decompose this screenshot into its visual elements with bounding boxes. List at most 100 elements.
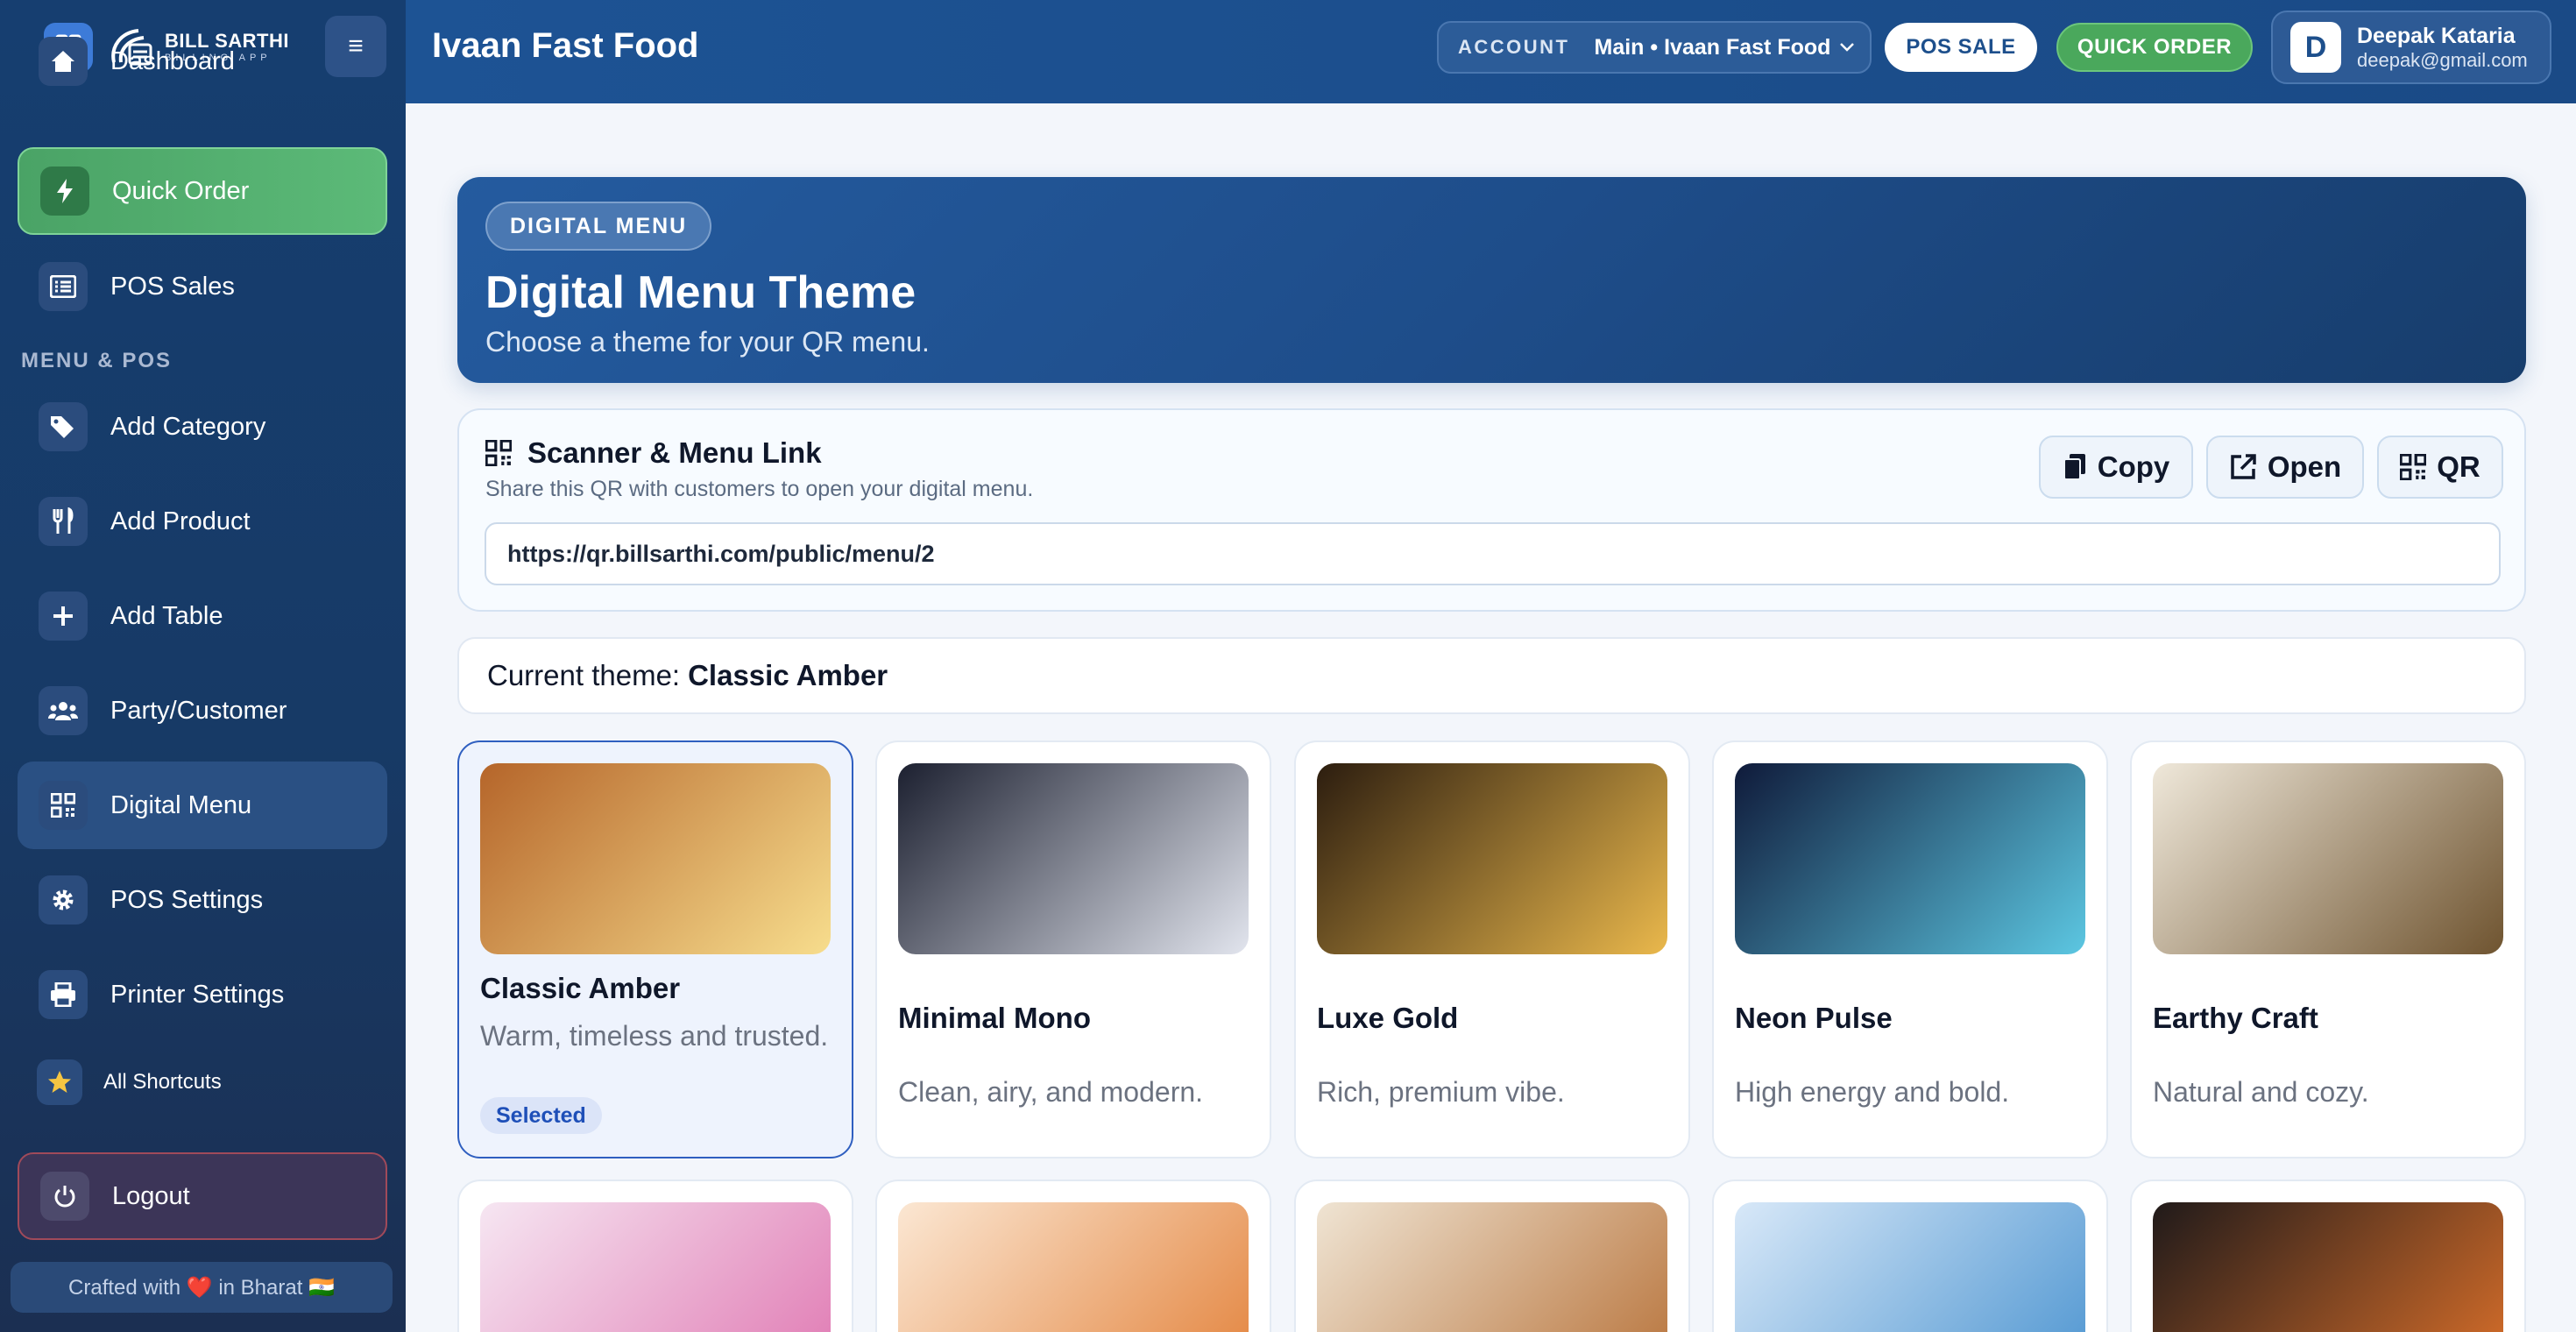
sidebar-item-label: Add Table xyxy=(110,601,223,630)
tags-icon xyxy=(39,402,88,451)
sidebar-item-all-shortcuts[interactable]: All Shortcuts xyxy=(18,1038,387,1126)
chevron-down-icon xyxy=(1839,38,1855,58)
theme-swatch xyxy=(898,1202,1249,1332)
theme-card-neon-pulse[interactable]: Neon Pulse High energy and bold. xyxy=(1712,740,2108,1158)
external-link-icon xyxy=(2229,453,2257,481)
sidebar-item-add-product[interactable]: Add Product xyxy=(18,478,387,565)
open-button[interactable]: Open xyxy=(2206,436,2364,499)
selected-badge: Selected xyxy=(480,1097,602,1134)
scanner-panel: Scanner & Menu Link Share this QR with c… xyxy=(457,408,2526,612)
copy-icon xyxy=(2063,453,2087,481)
list-icon xyxy=(39,262,88,311)
hero-banner: DIGITAL MENU Digital Menu Theme Choose a… xyxy=(457,177,2526,383)
theme-card-luxe-gold[interactable]: Luxe Gold Rich, premium vibe. xyxy=(1294,740,1690,1158)
theme-card-classic-amber[interactable]: Classic Amber Warm, timeless and trusted… xyxy=(457,740,853,1158)
theme-swatch xyxy=(480,763,831,954)
theme-card[interactable] xyxy=(457,1180,853,1332)
quick-order-button[interactable]: QUICK ORDER xyxy=(2056,23,2253,72)
users-icon xyxy=(39,686,88,735)
utensils-icon xyxy=(39,497,88,546)
copy-label: Copy xyxy=(2097,450,2170,483)
bolt-icon xyxy=(40,166,89,216)
plus-icon xyxy=(39,592,88,641)
open-label: Open xyxy=(2267,450,2342,483)
sidebar-item-digital-menu[interactable]: Digital Menu xyxy=(18,762,387,849)
theme-swatch xyxy=(2153,763,2503,954)
theme-swatch xyxy=(1317,1202,1667,1332)
sidebar-item-label: Add Category xyxy=(110,412,266,441)
theme-swatch xyxy=(1735,1202,2085,1332)
current-theme-label: Current theme: xyxy=(487,659,681,691)
theme-name: Minimal Mono xyxy=(898,1002,1091,1034)
theme-card-earthy-craft[interactable]: Earthy Craft Natural and cozy. xyxy=(2130,740,2526,1158)
theme-card[interactable] xyxy=(1294,1180,1690,1332)
sidebar-item-label: All Shortcuts xyxy=(103,1070,222,1094)
theme-card[interactable] xyxy=(875,1180,1271,1332)
section-label: MENU & POS xyxy=(21,349,173,372)
theme-description: High energy and bold. xyxy=(1735,1076,2010,1108)
current-theme-bar: Current theme: Classic Amber xyxy=(457,637,2526,714)
sidebar-item-label: Printer Settings xyxy=(110,980,285,1009)
current-theme-value: Classic Amber xyxy=(688,659,888,691)
sidebar-item-printer-settings[interactable]: Printer Settings xyxy=(18,951,387,1038)
account-value: Main • Ivaan Fast Food xyxy=(1594,34,1831,60)
page-title: Digital Menu Theme xyxy=(485,267,916,318)
printer-icon xyxy=(39,970,88,1019)
sidebar-item-label: POS Sales xyxy=(110,272,235,301)
qrcode-icon xyxy=(39,781,88,830)
account-label: ACCOUNT xyxy=(1458,36,1570,58)
avatar: D xyxy=(2290,22,2341,73)
logout-button[interactable]: Logout xyxy=(18,1152,387,1240)
theme-name: Neon Pulse xyxy=(1735,1002,1893,1034)
theme-description: Rich, premium vibe. xyxy=(1317,1076,1565,1108)
sidebar-item-label: Add Product xyxy=(110,507,251,535)
theme-description: Natural and cozy. xyxy=(2153,1076,2369,1108)
user-name: Deepak Kataria xyxy=(2357,23,2516,48)
sidebar-item-label: Quick Order xyxy=(112,176,250,205)
user-menu[interactable]: D Deepak Kataria deepak@gmail.com xyxy=(2271,11,2551,84)
power-icon xyxy=(40,1172,89,1221)
scanner-title: Scanner & Menu Link xyxy=(485,436,822,470)
sidebar-item-label: Dashboard xyxy=(110,46,235,75)
sidebar-item-pos-settings[interactable]: POS Settings xyxy=(18,856,387,944)
sidebar-item-dashboard[interactable]: Dashboard xyxy=(18,37,387,140)
hero-badge: DIGITAL MENU xyxy=(485,202,712,251)
theme-card[interactable] xyxy=(1712,1180,2108,1332)
scanner-subtitle: Share this QR with customers to open you… xyxy=(485,477,1034,501)
theme-swatch xyxy=(898,763,1249,954)
menu-url-input[interactable] xyxy=(485,522,2501,585)
theme-swatch xyxy=(480,1202,831,1332)
qr-label: QR xyxy=(2437,450,2480,483)
sidebar-item-add-table[interactable]: Add Table xyxy=(18,572,387,660)
theme-description: Clean, airy, and modern. xyxy=(898,1076,1204,1108)
theme-swatch xyxy=(2153,1202,2503,1332)
sidebar-item-party-customer[interactable]: Party/Customer xyxy=(18,667,387,755)
sidebar-item-label: POS Settings xyxy=(110,885,264,914)
user-email: deepak@gmail.com xyxy=(2357,48,2528,71)
theme-swatch xyxy=(1735,763,2085,954)
gear-icon xyxy=(39,875,88,925)
logout-label: Logout xyxy=(112,1181,190,1210)
top-bar: Ivaan Fast Food ACCOUNT Main • Ivaan Fas… xyxy=(406,0,2576,103)
home-icon xyxy=(39,37,88,86)
qr-button[interactable]: QR xyxy=(2377,436,2503,499)
footer-note: Crafted with ❤️ in Bharat 🇮🇳 xyxy=(11,1262,393,1313)
sidebar-item-add-category[interactable]: Add Category xyxy=(18,383,387,471)
scanner-title-text: Scanner & Menu Link xyxy=(527,436,822,469)
qrcode-icon xyxy=(485,440,512,466)
theme-card-minimal-mono[interactable]: Minimal Mono Clean, airy, and modern. xyxy=(875,740,1271,1158)
star-icon xyxy=(37,1059,82,1105)
account-selector[interactable]: ACCOUNT Main • Ivaan Fast Food xyxy=(1437,21,1872,74)
theme-card[interactable] xyxy=(2130,1180,2526,1332)
theme-name: Earthy Craft xyxy=(2153,1002,2318,1034)
theme-swatch xyxy=(1317,763,1667,954)
store-title: Ivaan Fast Food xyxy=(432,26,699,65)
copy-button[interactable]: Copy xyxy=(2039,436,2193,499)
qrcode-icon xyxy=(2400,454,2427,480)
pos-sale-button[interactable]: POS SALE xyxy=(1885,23,2037,72)
sidebar: BILL SARTHI BILLING APP ≡ Dashboard Quic… xyxy=(0,0,406,1332)
sidebar-item-pos-sales[interactable]: POS Sales xyxy=(18,243,387,330)
page-subtitle: Choose a theme for your QR menu. xyxy=(485,326,930,358)
sidebar-item-label: Party/Customer xyxy=(110,696,287,725)
sidebar-item-quick-order[interactable]: Quick Order xyxy=(18,147,387,235)
